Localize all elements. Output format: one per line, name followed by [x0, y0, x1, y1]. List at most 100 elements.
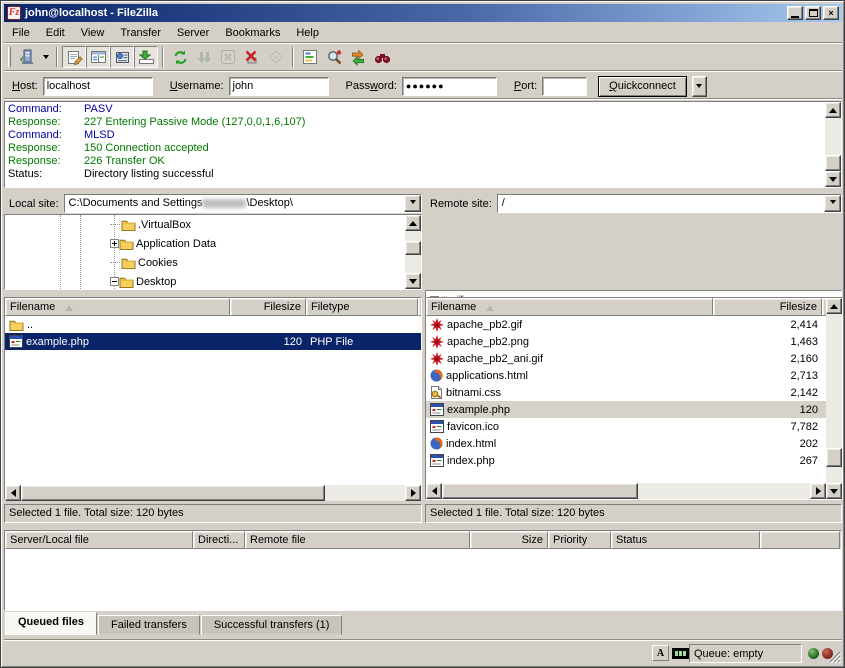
directory-comparison-button[interactable] [322, 46, 346, 68]
menu-server[interactable]: Server [169, 25, 217, 41]
scroll-left-button[interactable] [5, 485, 21, 501]
minimize-button[interactable] [787, 6, 803, 20]
file-row[interactable]: bitnami.css2,142 [426, 384, 828, 401]
file-row[interactable]: example.php120PHP File1 [5, 333, 421, 350]
menu-bookmarks[interactable]: Bookmarks [217, 25, 288, 41]
column-header-server-local-file[interactable]: Server/Local file [5, 531, 193, 549]
size-grip-icon[interactable] [828, 650, 841, 663]
quickconnect-dropdown-button[interactable] [692, 76, 707, 97]
scroll-thumb[interactable] [826, 448, 842, 467]
file-row[interactable]: favicon.ico7,782 [426, 418, 828, 435]
column-header-priority[interactable]: Priority [548, 531, 611, 549]
scroll-thumb[interactable] [21, 485, 325, 501]
tree-item-label[interactable]: Desktop [134, 276, 178, 288]
host-input[interactable]: localhost [43, 77, 153, 96]
disconnect-button[interactable] [240, 46, 264, 68]
toggle-remote-tree-button[interactable] [110, 46, 134, 68]
file-row[interactable]: index.html202 [426, 435, 828, 452]
scroll-down-button[interactable] [826, 483, 842, 499]
local-site-dropdown-button[interactable] [404, 195, 421, 212]
file-row[interactable]: apache_pb2_ani.gif2,160 [426, 350, 828, 367]
scroll-up-button[interactable] [825, 102, 841, 118]
column-header-size[interactable]: Size [470, 531, 548, 549]
scroll-thumb[interactable] [442, 483, 638, 499]
arrow-up-icon [409, 217, 417, 226]
remote-site-dropdown-button[interactable] [824, 195, 841, 212]
scroll-down-button[interactable] [825, 171, 841, 187]
quickconnect-button[interactable]: Quickconnect [598, 76, 687, 97]
toggle-transfer-queue-button[interactable] [134, 46, 158, 68]
menu-transfer[interactable]: Transfer [112, 25, 169, 41]
local-horizontal-scrollbar[interactable] [5, 485, 421, 501]
scroll-track[interactable] [325, 485, 405, 501]
file-row[interactable]: applications.html2,713 [426, 367, 828, 384]
toggle-message-log-button[interactable] [62, 46, 86, 68]
toggle-local-tree-button[interactable] [86, 46, 110, 68]
scroll-track[interactable] [638, 483, 810, 499]
column-header-filename[interactable]: Filename [5, 298, 230, 316]
remote-site-combobox[interactable]: / [497, 194, 842, 213]
scroll-right-button[interactable] [405, 485, 421, 501]
column-header-status[interactable]: Status [611, 531, 760, 549]
tree-item[interactable]: Application Data [5, 234, 421, 253]
column-header-l[interactable]: L [418, 298, 421, 316]
speed-limit-indicator-icon[interactable] [672, 648, 689, 659]
refresh-button[interactable] [168, 46, 192, 68]
column-header-filesize[interactable]: Filesize [230, 298, 306, 316]
expand-minus-icon[interactable] [110, 277, 119, 286]
remote-horizontal-scrollbar[interactable] [426, 483, 826, 499]
scroll-up-button[interactable] [826, 298, 842, 314]
file-row[interactable]: .. [5, 316, 421, 333]
site-manager-dropdown-icon [696, 81, 702, 91]
tab-failed-transfers[interactable]: Failed transfers [98, 615, 200, 635]
site-manager-dropdown-button[interactable] [39, 46, 52, 68]
port-input[interactable] [542, 77, 587, 96]
file-row[interactable]: index.php267 [426, 452, 828, 469]
find-files-button[interactable] [370, 46, 394, 68]
expand-plus-icon[interactable] [110, 239, 119, 248]
menu-file[interactable]: File [4, 25, 38, 41]
menu-help[interactable]: Help [288, 25, 327, 41]
file-row[interactable]: example.php120 [426, 401, 828, 418]
site-manager-button[interactable] [15, 46, 39, 68]
scroll-thumb[interactable] [405, 241, 421, 255]
tree-item-label[interactable]: .VirtualBox [136, 219, 193, 231]
log-scrollbar[interactable] [825, 102, 841, 187]
local-tree-scrollbar[interactable] [405, 215, 421, 289]
local-site-combobox[interactable]: C:\Documents and Settings\Desktop\ [64, 194, 422, 213]
queue-tab-bar: Queued filesFailed transfersSuccessful t… [5, 612, 343, 635]
password-input[interactable]: ●●●●●● [402, 77, 497, 96]
column-header-directi-[interactable]: Directi... [193, 531, 245, 549]
menu-edit[interactable]: Edit [38, 25, 73, 41]
column-header-filesize[interactable]: Filesize [713, 298, 822, 316]
username-input[interactable]: john [229, 77, 329, 96]
filter-button[interactable] [298, 46, 322, 68]
tree-item[interactable]: .VirtualBox [5, 215, 421, 234]
column-header-filetype[interactable]: Filetype [306, 298, 418, 316]
firefox-icon [430, 369, 443, 382]
remote-vertical-scrollbar[interactable] [826, 298, 842, 499]
tree-item-label[interactable]: Cookies [136, 257, 180, 269]
maximize-button[interactable] [805, 6, 821, 20]
menu-view[interactable]: View [73, 25, 113, 41]
column-header-filename[interactable]: Filename [426, 298, 713, 316]
scroll-up-button[interactable] [405, 215, 421, 231]
scroll-left-button[interactable] [426, 483, 442, 499]
scroll-thumb[interactable] [825, 155, 841, 171]
tree-item[interactable]: Cookies [5, 253, 421, 272]
file-row[interactable]: apache_pb2.png1,463 [426, 333, 828, 350]
close-button[interactable]: × [823, 6, 839, 20]
column-header-remote-file[interactable]: Remote file [245, 531, 470, 549]
scroll-down-button[interactable] [405, 273, 421, 289]
tree-item[interactable]: Desktop [5, 272, 421, 290]
ascii-data-type-icon[interactable]: A [652, 645, 669, 661]
tree-item-label[interactable]: Application Data [134, 238, 218, 250]
column-header-blank[interactable] [760, 531, 840, 549]
sort-ascending-icon [486, 301, 494, 311]
title-bar[interactable]: Fz john@localhost - FileZilla × [4, 4, 842, 22]
tab-queued-files[interactable]: Queued files [5, 612, 97, 635]
tab-successful-transfers-[interactable]: Successful transfers (1) [201, 615, 343, 635]
file-row[interactable]: apache_pb2.gif2,414 [426, 316, 828, 333]
scroll-right-button[interactable] [810, 483, 826, 499]
synchronized-browsing-button[interactable] [346, 46, 370, 68]
